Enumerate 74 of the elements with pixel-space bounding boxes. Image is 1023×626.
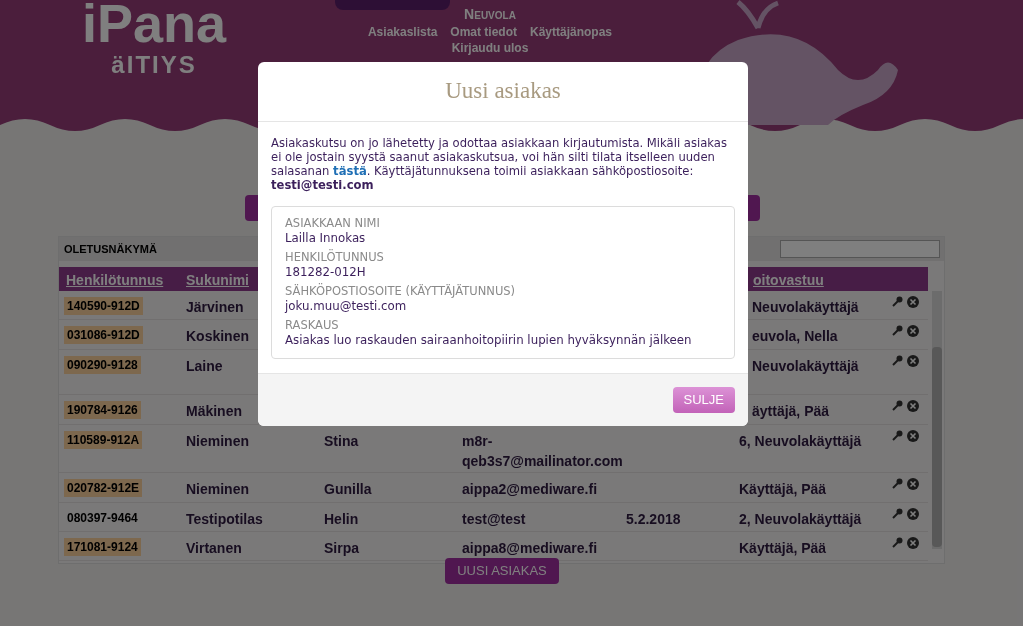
dialog-title: Uusi asiakas xyxy=(445,77,561,106)
first-name-cell-text: Sirpa xyxy=(324,539,359,558)
view-label: OLETUSNÄKYMÄ xyxy=(64,241,157,257)
field-label: RASKAUS xyxy=(285,318,340,332)
intro-text: Asiakaskutsu on jo lähetetty ja odottaa asiakkaan kirjautumista. Mikäli asiakas ei ole jostain syystä saanut asiakaskutsua, voi hän silti tilata itselleen uuden salasanan tästä. Käyttäjätunnuksena toimii asiakkaan sähköpostiosoite: testi@testi.com xyxy=(271,136,728,192)
wrench-icon[interactable] xyxy=(892,478,903,489)
surname-cell-text: Testipotilas xyxy=(186,510,263,529)
care-cell-text: 6, Neuvolakäyttäjä xyxy=(739,432,862,451)
surname-cell-text: Järvinen xyxy=(186,298,244,317)
surname-cell-text: Nieminen xyxy=(186,432,249,451)
surname-cell-text: Koskinen xyxy=(186,327,249,346)
x-circle-icon[interactable] xyxy=(907,430,919,442)
id-cell: 090290-9128 xyxy=(64,356,141,374)
first-name-cell-text: Gunilla xyxy=(324,480,372,499)
field-value: joku.muu@testi.com xyxy=(285,298,408,314)
nav-link[interactable]: Käyttäjänopas xyxy=(530,24,613,40)
care-cell-text: äyttäjä, Pää xyxy=(752,402,830,421)
date-cell-text: 5.2.2018 xyxy=(626,510,681,529)
wrench-icon[interactable] xyxy=(892,537,903,548)
id-cell: 140590-912D xyxy=(64,297,143,315)
new-client-button[interactable]: UUSI ASIAKAS xyxy=(445,558,559,584)
email-cell-text: aippa2@mediware.fi xyxy=(462,480,599,499)
id-cell: 110589-912A xyxy=(64,431,143,449)
x-circle-icon[interactable] xyxy=(907,325,919,337)
field-label: HENKILÖTUNNUS xyxy=(285,250,385,264)
id-cell: 190784-9126 xyxy=(64,401,141,419)
surname-cell-text: Laine xyxy=(186,357,223,376)
wrench-icon[interactable] xyxy=(892,355,903,366)
nav-link[interactable]: Omat tiedot xyxy=(450,24,517,40)
field-label: SÄHKÖPOSTIOSOITE (KÄYTTÄJÄTUNNUS) xyxy=(285,284,517,298)
close-button[interactable]: SULJE xyxy=(672,387,735,413)
column-header[interactable]: Henkilötunnus xyxy=(66,270,164,291)
email-cell-text: m8r-qeb3s7@mailinator.com xyxy=(462,432,624,471)
wrench-icon[interactable] xyxy=(892,430,903,441)
care-cell-text: Neuvolakäyttäjä xyxy=(752,357,859,376)
id-cell: 020782-912E xyxy=(64,479,143,497)
id-cell-text: 080397-9464 xyxy=(66,510,139,527)
care-cell-text: Käyttäjä, Pää xyxy=(739,539,827,558)
section-title: Neuvola xyxy=(464,6,516,23)
wrench-icon[interactable] xyxy=(892,325,903,336)
wrench-icon[interactable] xyxy=(892,400,903,411)
wrench-icon[interactable] xyxy=(892,296,903,307)
surname-cell-text: Mäkinen xyxy=(186,402,242,421)
x-circle-icon[interactable] xyxy=(907,478,919,490)
wrench-icon[interactable] xyxy=(892,508,903,519)
field-value: Lailla Innokas xyxy=(285,230,367,246)
care-cell-text: Käyttäjä, Pää xyxy=(739,480,827,499)
x-circle-icon[interactable] xyxy=(907,400,919,412)
first-name-cell-text: Helin xyxy=(324,510,359,529)
x-circle-icon[interactable] xyxy=(907,537,919,549)
x-circle-icon[interactable] xyxy=(907,508,919,520)
id-cell: 031086-912D xyxy=(64,326,143,344)
column-header[interactable]: oitovastuu xyxy=(753,270,824,291)
x-circle-icon[interactable] xyxy=(907,355,919,367)
field-value: Asiakas luo raskauden sairaanhoitopiirin lupien hyväksynnän jälkeen xyxy=(285,332,693,348)
id-cell: 171081-9124 xyxy=(64,538,141,556)
column-header[interactable]: Sukunimi xyxy=(186,270,249,291)
logo-text: iPana xyxy=(82,0,227,52)
logo-subtitle: äITIYS xyxy=(111,52,197,78)
surname-cell-text: Virtanen xyxy=(186,539,242,558)
search-field[interactable] xyxy=(780,240,940,258)
email-cell-text: aippa8@mediware.fi xyxy=(462,539,599,558)
care-cell-text: Neuvolakäyttäjä xyxy=(752,298,859,317)
nav-link[interactable]: Asiakaslista xyxy=(367,24,438,40)
reset-link[interactable]: tästä xyxy=(333,164,367,178)
x-circle-icon[interactable] xyxy=(907,296,919,308)
care-cell-text: 2, Neuvolakäyttäjä xyxy=(739,510,862,529)
surname-cell-text: Nieminen xyxy=(186,480,249,499)
first-name-cell-text: Stina xyxy=(324,432,359,451)
scrollbar[interactable] xyxy=(932,291,942,549)
care-cell-text: euvola, Nella xyxy=(752,327,838,346)
field-label: ASIAKKAAN NIMI xyxy=(285,216,381,230)
field-value: 181282-012H xyxy=(285,264,367,280)
nav-link[interactable]: Kirjaudu ulos xyxy=(451,40,529,56)
